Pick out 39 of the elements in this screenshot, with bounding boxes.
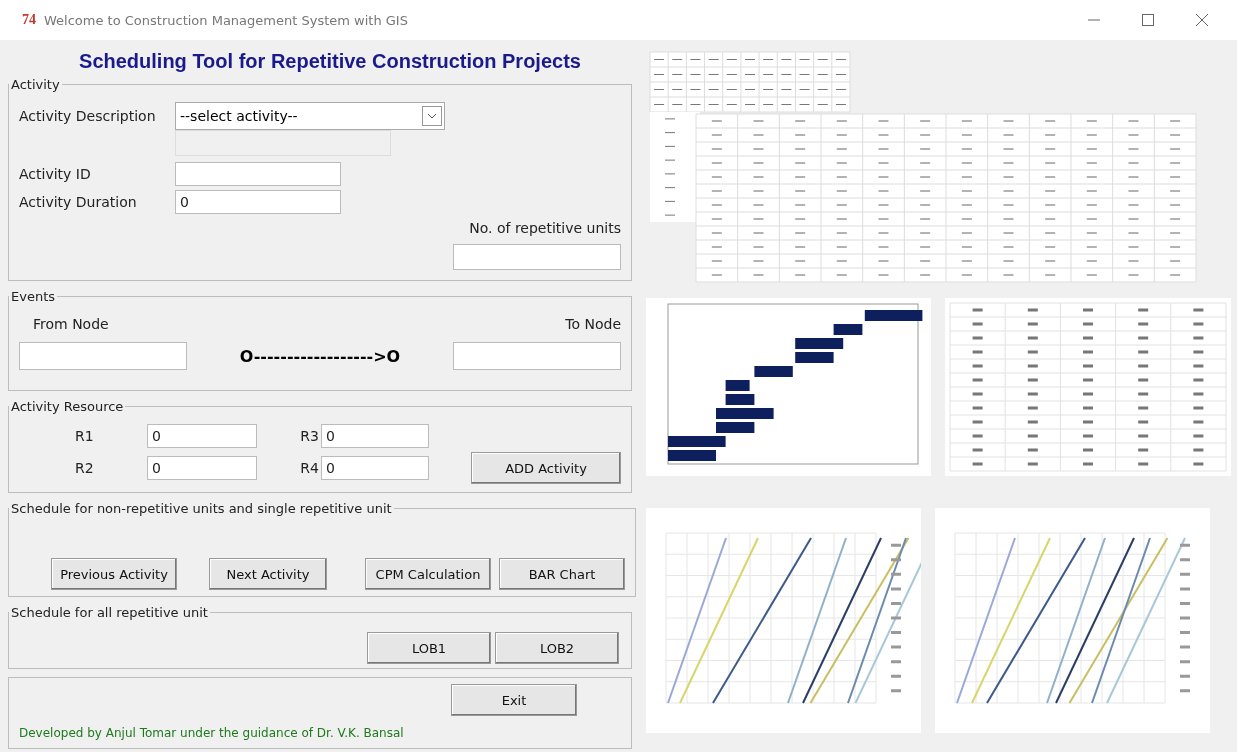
lob-button[interactable]: LOB1: [367, 632, 491, 664]
field-label: R4: [299, 460, 320, 476]
field-label: Activity ID: [19, 166, 92, 182]
field-label: No. of repetitive units: [469, 220, 621, 236]
action-button[interactable]: Next Activity: [209, 558, 327, 590]
node-arrow: O------------------>O: [239, 346, 401, 366]
group-title: Events: [9, 289, 57, 304]
field-label: From Node: [33, 316, 109, 332]
input-field[interactable]: 0: [321, 456, 429, 480]
action-button[interactable]: Previous Activity: [51, 558, 177, 590]
field-label: To Node: [565, 316, 621, 332]
input-field[interactable]: [19, 342, 187, 370]
app-heading: Scheduling Tool for Repetitive Construction Projects: [78, 50, 582, 73]
app-icon: 74: [22, 12, 36, 28]
group-title: Activity Resource: [9, 399, 126, 414]
action-button[interactable]: CPM Calculation: [365, 558, 491, 590]
input-field[interactable]: 0: [147, 424, 257, 448]
credit-text: Developed by Anjul Tomar under the guidance of Dr. V.K. Bansal: [19, 726, 405, 740]
lob-button[interactable]: LOB2: [495, 632, 619, 664]
group-title: Activity: [9, 77, 62, 92]
group-title: Schedule for all repetitive unit: [9, 605, 210, 620]
add-activity-button[interactable]: ADD Activity: [471, 452, 621, 484]
window-title: Welcome to Construction Management System with GIS: [44, 12, 409, 28]
field-label: Activity Description: [19, 108, 157, 124]
activity-dropdown[interactable]: --select activity--: [175, 102, 445, 130]
input-field[interactable]: [453, 244, 621, 270]
group-title: Schedule for non-repetitive units and single repetitive unit: [9, 501, 394, 516]
field-label: Activity Duration: [19, 194, 138, 210]
input-field[interactable]: 0: [175, 190, 341, 214]
input-field[interactable]: [175, 162, 341, 186]
caret-icon: [427, 113, 437, 119]
input-field[interactable]: 0: [321, 424, 429, 448]
exit-button[interactable]: Exit: [451, 684, 577, 716]
field-label: R2: [75, 460, 95, 476]
action-button[interactable]: BAR Chart: [499, 558, 625, 590]
field-label: R1: [75, 428, 95, 444]
field-label: R3: [299, 428, 320, 444]
input-field[interactable]: [453, 342, 621, 370]
input-field[interactable]: 0: [147, 456, 257, 480]
